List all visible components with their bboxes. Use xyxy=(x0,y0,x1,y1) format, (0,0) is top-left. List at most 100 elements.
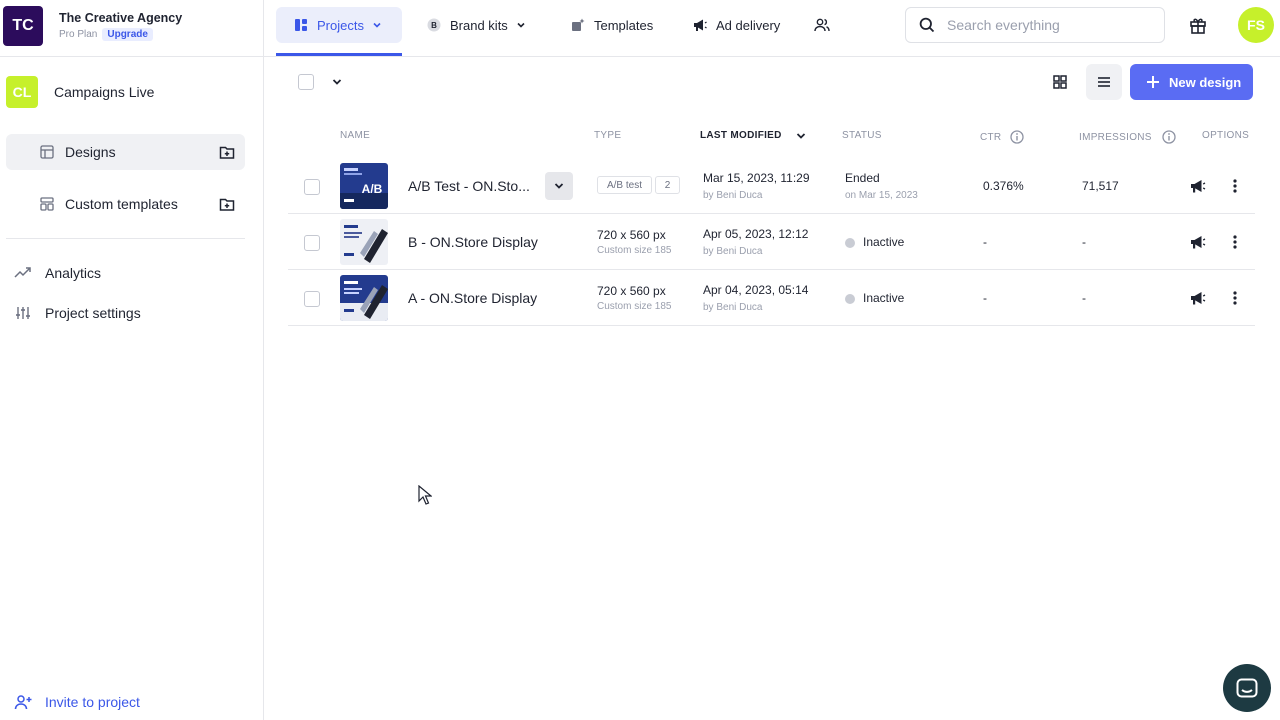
team-icon xyxy=(814,18,830,32)
column-header-name[interactable]: NAME xyxy=(340,130,370,141)
org-name: The Creative Agency xyxy=(59,11,183,25)
column-header-status[interactable]: STATUS xyxy=(842,130,882,141)
row-checkbox[interactable] xyxy=(304,291,320,307)
template-icon xyxy=(40,197,54,211)
column-header-label: LAST MODIFIED xyxy=(700,130,782,141)
add-user-icon xyxy=(14,695,32,710)
design-name[interactable]: B - ON.Store Display xyxy=(408,234,538,250)
new-design-button[interactable]: New design xyxy=(1130,64,1253,100)
project-header[interactable]: CL Campaigns Live xyxy=(6,76,154,108)
row-options-button[interactable] xyxy=(1228,234,1242,250)
add-folder-icon[interactable] xyxy=(219,144,235,160)
tab-label: Templates xyxy=(594,17,654,33)
column-header-label: IMPRESSIONS xyxy=(1079,131,1152,143)
modified-by: by Beni Duca xyxy=(703,246,763,257)
org-switcher[interactable]: TC The Creative Agency Pro Plan Upgrade xyxy=(3,4,263,48)
megaphone-icon[interactable] xyxy=(1190,290,1206,306)
brand-b-icon: B xyxy=(427,18,441,32)
chevron-down-icon xyxy=(373,22,381,28)
design-name[interactable]: A - ON.Store Display xyxy=(408,290,537,306)
invite-to-project-link[interactable]: Invite to project xyxy=(14,690,140,714)
active-tab-indicator xyxy=(276,53,402,56)
mouse-cursor-icon xyxy=(418,485,432,505)
org-plan-row: Pro Plan Upgrade xyxy=(59,28,182,41)
add-folder-icon[interactable] xyxy=(219,196,235,212)
tab-projects[interactable]: Projects xyxy=(276,7,402,43)
divider xyxy=(6,238,245,239)
more-vertical-icon xyxy=(1233,291,1237,305)
column-header-impressions[interactable]: IMPRESSIONS xyxy=(1079,130,1176,144)
user-avatar[interactable]: FS xyxy=(1238,7,1274,43)
ctr-value: - xyxy=(983,235,987,249)
more-vertical-icon xyxy=(1233,235,1237,249)
column-header-ctr[interactable]: CTR xyxy=(980,130,1025,144)
table-row[interactable]: B - ON.Store Display 720 x 560 px Custom… xyxy=(288,214,1255,270)
status-dot xyxy=(845,294,855,304)
sidebar-link-analytics[interactable]: Analytics xyxy=(14,261,101,285)
sidebar-item-label: Designs xyxy=(65,144,116,160)
sliders-icon xyxy=(16,307,30,319)
column-header-label: CTR xyxy=(980,131,1002,143)
chevron-down-icon[interactable] xyxy=(331,77,343,87)
row-checkbox[interactable] xyxy=(304,235,320,251)
grid-view-button[interactable] xyxy=(1042,64,1078,100)
project-name: Campaigns Live xyxy=(54,84,155,100)
tab-ad-delivery[interactable]: Ad delivery xyxy=(693,7,780,43)
row-options-button[interactable] xyxy=(1228,290,1242,306)
layout-icon xyxy=(40,145,54,159)
chevron-down-icon xyxy=(517,22,525,28)
project-logo: CL xyxy=(6,76,38,108)
team-button[interactable] xyxy=(814,7,830,43)
info-icon[interactable] xyxy=(1010,130,1025,144)
impressions-value: 71,517 xyxy=(1082,179,1119,193)
gift-icon[interactable] xyxy=(1189,16,1207,34)
sidebar-item-designs[interactable]: Designs xyxy=(6,134,245,170)
ctr-value: - xyxy=(983,291,987,305)
list-icon xyxy=(1098,77,1110,87)
plan-label: Pro Plan xyxy=(59,29,98,40)
dashboard-icon xyxy=(295,19,307,31)
sidebar-item-custom-templates[interactable]: Custom templates xyxy=(6,186,245,222)
status-date: on Mar 15, 2023 xyxy=(845,190,918,201)
megaphone-icon[interactable] xyxy=(1190,178,1206,194)
design-size: 720 x 560 px xyxy=(597,284,666,298)
table-row[interactable]: A - ON.Store Display 720 x 560 px Custom… xyxy=(288,270,1255,326)
table-row[interactable]: A/B A/B Test - ON.Sto... A/B test 2 Mar … xyxy=(288,158,1255,214)
svg-text:B: B xyxy=(431,21,437,30)
app-root: TC The Creative Agency Pro Plan Upgrade … xyxy=(0,0,1280,720)
status-text: Ended xyxy=(845,171,880,185)
design-thumbnail xyxy=(340,275,388,321)
sidebar-item-label: Custom templates xyxy=(65,196,178,212)
info-icon[interactable] xyxy=(1162,130,1176,144)
tab-templates[interactable]: Templates xyxy=(571,7,653,43)
upgrade-badge[interactable]: Upgrade xyxy=(102,28,153,41)
search-icon xyxy=(919,17,935,33)
new-design-label: New design xyxy=(1169,74,1242,90)
sparkle-icon xyxy=(572,18,585,31)
chevron-down-icon xyxy=(554,183,564,189)
impressions-value: - xyxy=(1082,235,1086,249)
design-name[interactable]: A/B Test - ON.Sto... xyxy=(408,178,530,194)
column-header-last-modified[interactable]: LAST MODIFIED xyxy=(700,130,806,141)
sidebar: TC The Creative Agency Pro Plan Upgrade … xyxy=(0,0,264,720)
select-all-checkbox[interactable] xyxy=(298,74,314,90)
design-size-name: Custom size 185 xyxy=(597,245,672,256)
sidebar-link-project-settings[interactable]: Project settings xyxy=(14,301,141,325)
list-view-button[interactable] xyxy=(1086,64,1122,100)
expand-variants-button[interactable] xyxy=(545,172,573,200)
megaphone-icon xyxy=(694,19,707,31)
chat-launcher-button[interactable] xyxy=(1223,664,1271,712)
tab-brand-kits[interactable]: B Brand kits xyxy=(427,7,526,43)
modified-by: by Beni Duca xyxy=(703,190,763,201)
sidebar-link-label: Analytics xyxy=(45,265,102,281)
search-box[interactable] xyxy=(905,7,1165,43)
sidebar-link-label: Project settings xyxy=(45,305,141,321)
row-checkbox[interactable] xyxy=(304,179,320,195)
row-options-button[interactable] xyxy=(1228,178,1242,194)
grid-icon xyxy=(1053,75,1067,89)
megaphone-icon[interactable] xyxy=(1190,234,1206,250)
org-info: The Creative Agency Pro Plan Upgrade xyxy=(59,11,182,41)
column-header-type[interactable]: TYPE xyxy=(594,130,621,141)
search-input[interactable] xyxy=(947,17,1147,33)
sort-desc-icon xyxy=(796,132,805,139)
